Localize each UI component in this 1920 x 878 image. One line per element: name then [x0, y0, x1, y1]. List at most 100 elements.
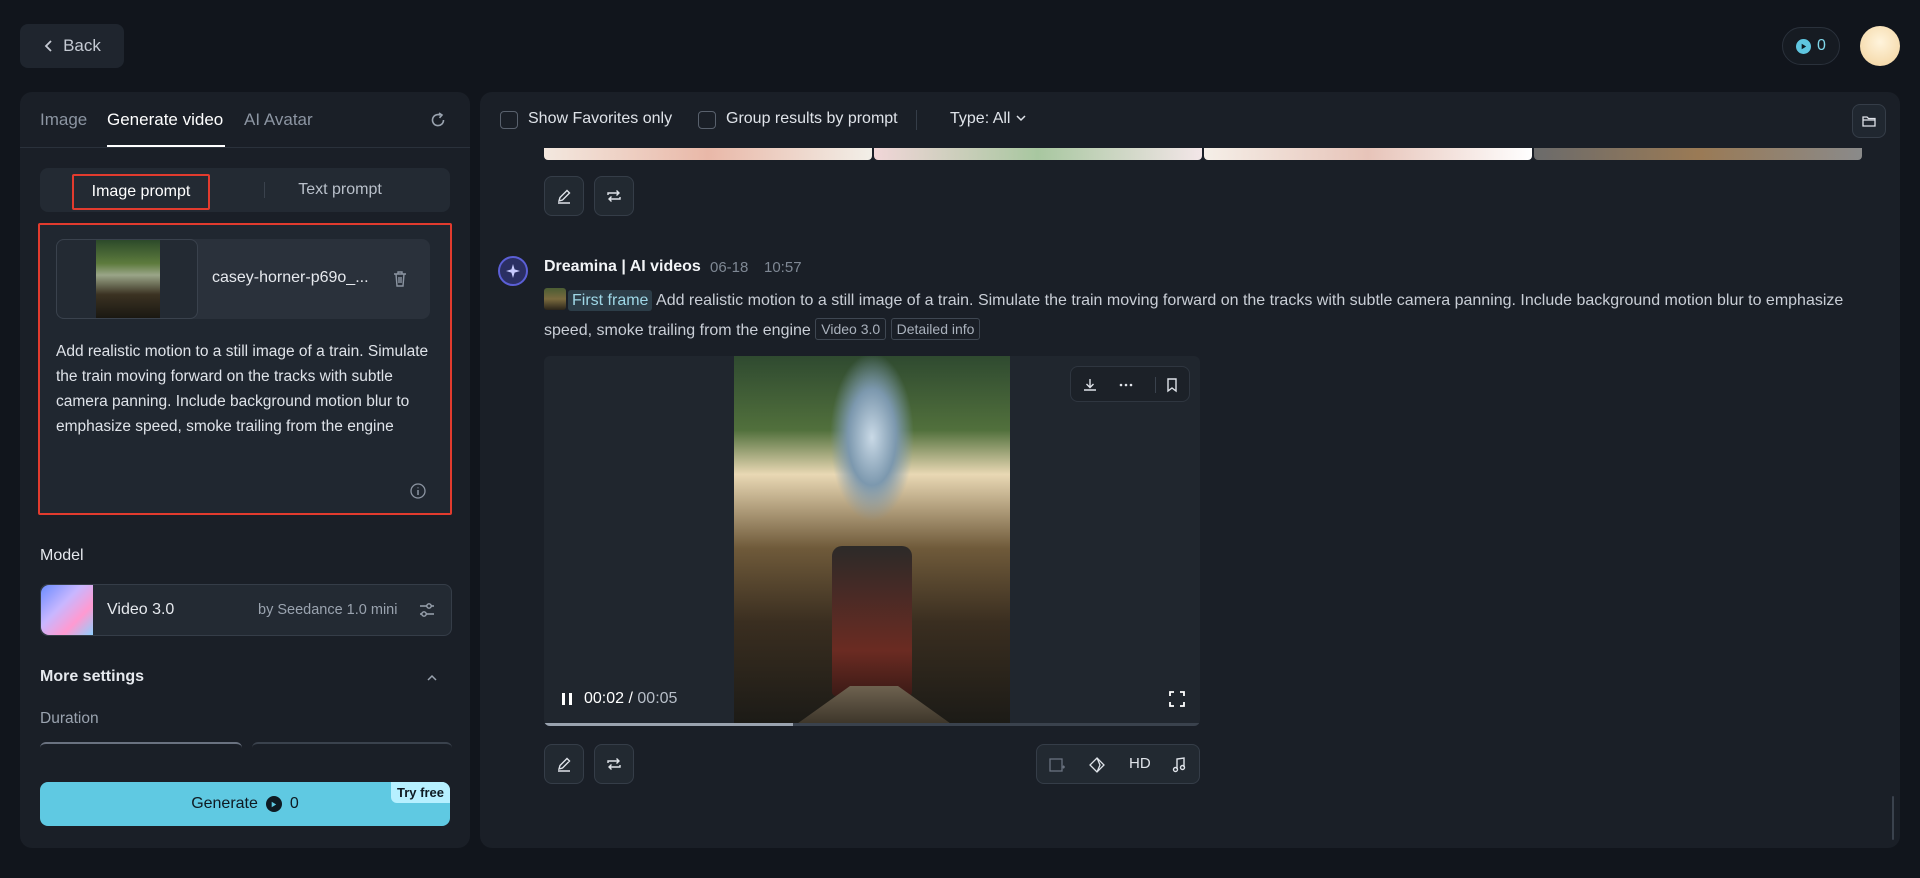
- message-date: 06-18: [710, 259, 749, 276]
- generate-button-label: Generate: [191, 795, 258, 812]
- favorites-checkbox[interactable]: [500, 111, 518, 129]
- current-time: 00:02: [584, 690, 625, 707]
- tab-generate-video[interactable]: Generate video: [107, 110, 223, 130]
- message-prompt: First frame Add realistic motion to a st…: [544, 286, 1864, 346]
- bookmark-icon[interactable]: [1163, 376, 1181, 394]
- filter-bar: Show Favorites only Group results by pro…: [480, 92, 1900, 148]
- message-prompt-text: Add realistic motion to a still image of…: [544, 292, 1844, 339]
- folder-button[interactable]: [1852, 104, 1886, 138]
- previous-result-thumb[interactable]: [874, 148, 1202, 160]
- credit-coin-icon: [1796, 38, 1812, 54]
- playback-controls: 00:02 / 00:05: [560, 690, 677, 708]
- video-time: 00:02 / 00:05: [584, 690, 677, 708]
- type-filter-label: Type: All: [950, 110, 1011, 127]
- group-by-prompt-label[interactable]: Group results by prompt: [726, 110, 898, 128]
- actions-divider: [1155, 377, 1156, 393]
- back-button[interactable]: Back: [20, 24, 124, 68]
- image-thumbnail-frame: [56, 239, 198, 319]
- video-actions: [1070, 366, 1190, 402]
- first-frame-thumbnail[interactable]: [544, 288, 566, 310]
- model-tag: Video 3.0: [815, 318, 887, 340]
- time-separator: /: [628, 690, 633, 707]
- active-tab-underline: [107, 145, 225, 147]
- duration-label: Duration: [40, 710, 99, 727]
- results-panel: Show Favorites only Group results by pro…: [480, 92, 1900, 848]
- rails-shape: [794, 686, 954, 726]
- music-note-icon[interactable]: [1169, 755, 1189, 775]
- file-name: casey-horner-p69o_...: [212, 269, 369, 286]
- prompt-mode-toggle: Image prompt Text prompt: [40, 168, 450, 212]
- prompt-textarea[interactable]: Add realistic motion to a still image of…: [56, 339, 440, 439]
- message-time: 10:57: [764, 259, 802, 276]
- credits-count: 0: [1817, 37, 1826, 54]
- model-thumbnail: [41, 585, 93, 635]
- credit-coin-icon: [265, 796, 282, 812]
- tab-image[interactable]: Image: [40, 110, 87, 130]
- generate-button[interactable]: Generate 0 Try free: [40, 782, 450, 826]
- top-bar: Back 0: [0, 0, 1920, 92]
- tab-ai-avatar[interactable]: AI Avatar: [244, 110, 313, 130]
- edit-button[interactable]: [544, 176, 584, 216]
- pencil-icon: [557, 757, 571, 772]
- image-thumbnail: [96, 240, 160, 318]
- image-prompt-button[interactable]: Image prompt: [72, 174, 210, 210]
- credits-pill[interactable]: 0: [1782, 27, 1840, 65]
- previous-result-thumb[interactable]: [1204, 148, 1532, 160]
- detailed-info-tag[interactable]: Detailed info: [890, 318, 981, 340]
- image-prompt-box: casey-horner-p69o_... Add realistic moti…: [38, 223, 452, 515]
- dreamina-avatar: [498, 256, 528, 286]
- repeat-icon: [607, 190, 621, 202]
- chevron-up-icon[interactable]: [424, 670, 440, 686]
- info-icon[interactable]: [408, 481, 428, 501]
- video-tools: HD: [1036, 744, 1200, 784]
- group-by-prompt-checkbox[interactable]: [698, 111, 716, 129]
- duration-options-partial[interactable]: [40, 742, 452, 748]
- edit-video-button[interactable]: [544, 744, 584, 784]
- download-icon[interactable]: [1081, 376, 1099, 394]
- pause-icon[interactable]: [560, 692, 574, 706]
- previous-results-strip: [544, 148, 1862, 160]
- more-settings-toggle[interactable]: More settings: [40, 668, 144, 686]
- previous-result-thumb[interactable]: [1534, 148, 1862, 160]
- chevron-down-icon: [1016, 115, 1026, 122]
- interpolate-icon[interactable]: [1087, 755, 1107, 775]
- favorites-label[interactable]: Show Favorites only: [528, 110, 672, 128]
- chevron-left-icon: [44, 40, 52, 52]
- toggle-divider: [264, 182, 265, 198]
- hd-upscale-button[interactable]: HD: [1129, 755, 1151, 772]
- text-prompt-button[interactable]: Text prompt: [270, 168, 410, 212]
- regenerate-button[interactable]: [594, 176, 634, 216]
- results-scrollbar[interactable]: [1892, 796, 1894, 840]
- model-provider: by Seedance 1.0 mini: [258, 602, 398, 618]
- sliders-icon[interactable]: [417, 600, 437, 620]
- regenerate-video-button[interactable]: [594, 744, 634, 784]
- left-panel: Image Generate video AI Avatar Image pro…: [20, 92, 470, 848]
- previous-result-thumb[interactable]: [544, 148, 872, 160]
- type-filter-dropdown[interactable]: Type: All: [950, 110, 1027, 128]
- model-section-label: Model: [40, 547, 84, 564]
- refresh-icon[interactable]: [428, 110, 448, 130]
- uploaded-image-card[interactable]: casey-horner-p69o_...: [56, 239, 430, 319]
- message-author: Dreamina | AI videos: [544, 258, 701, 275]
- fullscreen-icon[interactable]: [1168, 690, 1186, 708]
- extend-frame-icon[interactable]: [1047, 755, 1067, 775]
- model-selector[interactable]: Video 3.0 by Seedance 1.0 mini: [40, 584, 452, 636]
- video-progress-bar[interactable]: [544, 723, 1200, 726]
- video-progress-fill: [544, 723, 794, 726]
- more-icon[interactable]: [1117, 376, 1135, 394]
- folder-icon: [1862, 116, 1876, 127]
- mode-tabs: Image Generate video AI Avatar: [20, 92, 470, 148]
- generate-cost: 0: [289, 795, 299, 812]
- back-button-label: Back: [63, 36, 101, 55]
- filter-divider: [916, 110, 917, 130]
- try-free-badge: Try free: [391, 782, 450, 803]
- user-avatar[interactable]: [1860, 26, 1900, 66]
- trash-icon[interactable]: [390, 269, 410, 289]
- sparkle-icon: [506, 264, 520, 278]
- video-frame[interactable]: [734, 356, 1010, 726]
- train-shape: [832, 546, 912, 696]
- model-name: Video 3.0: [107, 601, 175, 618]
- video-player[interactable]: 00:02 / 00:05: [544, 356, 1200, 726]
- first-frame-tag[interactable]: First frame: [568, 290, 653, 311]
- total-time: 00:05: [637, 690, 678, 707]
